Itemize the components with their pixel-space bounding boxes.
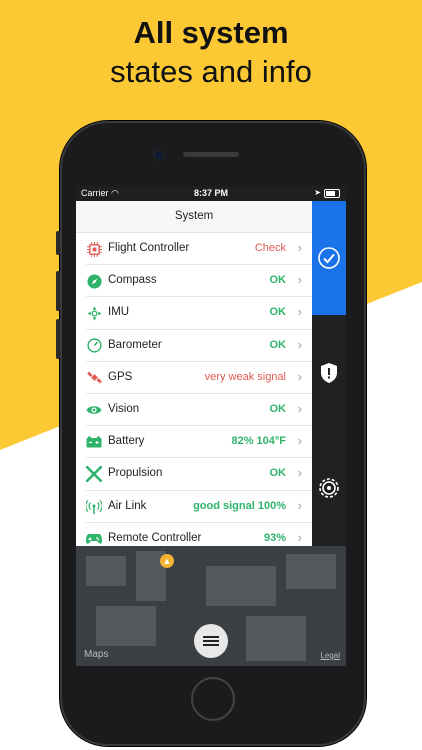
barometer-icon xyxy=(86,338,102,354)
status-row-propulsion[interactable]: Propulsion OK › xyxy=(86,458,312,491)
status-row-value: OK xyxy=(269,402,287,415)
status-row-label: Remote Controller xyxy=(108,531,202,544)
chevron-right-icon: › xyxy=(297,240,302,255)
map-building xyxy=(96,606,156,646)
chevron-right-icon: › xyxy=(297,368,302,384)
system-status-list: Flight Controller Check › Compass OK › IMU OK › B… xyxy=(76,233,312,554)
status-row-label: Barometer xyxy=(108,338,162,351)
location-arrow-icon: ➤ xyxy=(314,188,321,197)
status-row-battery[interactable]: Battery 82% 104°F › xyxy=(86,426,312,459)
status-row-label: Air Link xyxy=(108,499,147,512)
shield-icon[interactable] xyxy=(312,362,346,384)
status-row-gps[interactable]: GPS very weak signal › xyxy=(86,362,312,394)
mute-switch xyxy=(56,231,60,255)
status-row-label: Vision xyxy=(108,402,140,415)
headline-line-1: All system xyxy=(133,15,289,50)
gear-icon[interactable] xyxy=(312,476,346,500)
chip-icon xyxy=(86,241,102,257)
status-row-value: OK xyxy=(269,338,287,351)
phone-screen: Carrier ◠ 8:37 PM ➤ Maps Legal ▲ System … xyxy=(76,186,346,666)
battery-icon xyxy=(86,434,102,450)
status-bar: Carrier ◠ 8:37 PM ➤ xyxy=(76,186,346,201)
front-camera xyxy=(155,151,163,159)
map-building xyxy=(86,556,126,586)
status-row-value: OK xyxy=(269,274,287,287)
status-row-value: OK xyxy=(269,467,287,480)
eye-icon xyxy=(86,402,102,418)
chevron-right-icon: › xyxy=(297,336,302,352)
hamburger-icon xyxy=(203,634,219,648)
maps-attribution: Maps xyxy=(84,649,109,660)
legal-link[interactable]: Legal xyxy=(320,651,340,660)
status-row-value: good signal 100% xyxy=(193,499,286,512)
status-row-vision[interactable]: Vision OK › xyxy=(86,394,312,427)
map-building xyxy=(206,566,276,606)
imu-icon xyxy=(86,305,102,321)
chevron-right-icon: › xyxy=(297,272,302,288)
chevron-right-icon: › xyxy=(297,465,302,481)
status-row-barometer[interactable]: Barometer OK › xyxy=(86,330,312,362)
status-row-imu[interactable]: IMU OK › xyxy=(86,297,312,330)
status-time: 8:37 PM xyxy=(193,188,228,198)
status-row-label: GPS xyxy=(108,370,133,383)
status-row-compass[interactable]: Compass OK › xyxy=(86,265,312,298)
status-row-label: Flight Controller xyxy=(108,242,190,254)
status-row-value: OK xyxy=(269,306,287,319)
chevron-right-icon: › xyxy=(297,529,302,545)
chevron-right-icon: › xyxy=(297,433,302,449)
map-building xyxy=(246,616,306,661)
status-row-remote-controller[interactable]: Remote Controller 93% › xyxy=(86,523,312,554)
status-row-label: Propulsion xyxy=(108,467,163,480)
chevron-right-icon: › xyxy=(297,400,302,416)
drone-location-icon[interactable]: ▲ xyxy=(160,554,174,568)
battery-status-icon xyxy=(324,189,340,198)
earpiece-speaker xyxy=(183,152,239,157)
headline-line-2: states and info xyxy=(110,54,312,89)
status-row-value: 82% 104°F xyxy=(231,435,286,448)
volume-up-button xyxy=(56,271,60,311)
panel-title: System xyxy=(76,201,312,233)
status-row-flight-controller[interactable]: Flight Controller Check › xyxy=(86,233,312,266)
satellite-icon xyxy=(86,370,102,386)
status-row-label: IMU xyxy=(108,306,130,319)
status-row-value: Check xyxy=(254,242,286,254)
chevron-right-icon: › xyxy=(297,497,302,513)
volume-down-button xyxy=(56,319,60,359)
map-building xyxy=(286,554,336,589)
headline: All system states and info xyxy=(0,14,422,92)
status-row-value: very weak signal xyxy=(204,370,286,383)
status-row-label: Compass xyxy=(108,274,157,287)
propeller-icon xyxy=(86,466,102,483)
home-button[interactable] xyxy=(191,677,235,721)
system-panel: System Flight Controller Check › Compass OK ›… xyxy=(76,201,312,546)
gamepad-icon xyxy=(86,531,102,547)
menu-button[interactable] xyxy=(194,624,228,658)
status-row-air-link[interactable]: Air Link good signal 100% › xyxy=(86,491,312,523)
checkmark-icon[interactable] xyxy=(312,247,346,269)
compass-icon xyxy=(86,273,102,289)
status-row-label: Battery xyxy=(108,435,145,448)
chevron-right-icon: › xyxy=(297,304,302,320)
status-row-value: 93% xyxy=(263,531,286,544)
antenna-icon xyxy=(86,499,102,515)
